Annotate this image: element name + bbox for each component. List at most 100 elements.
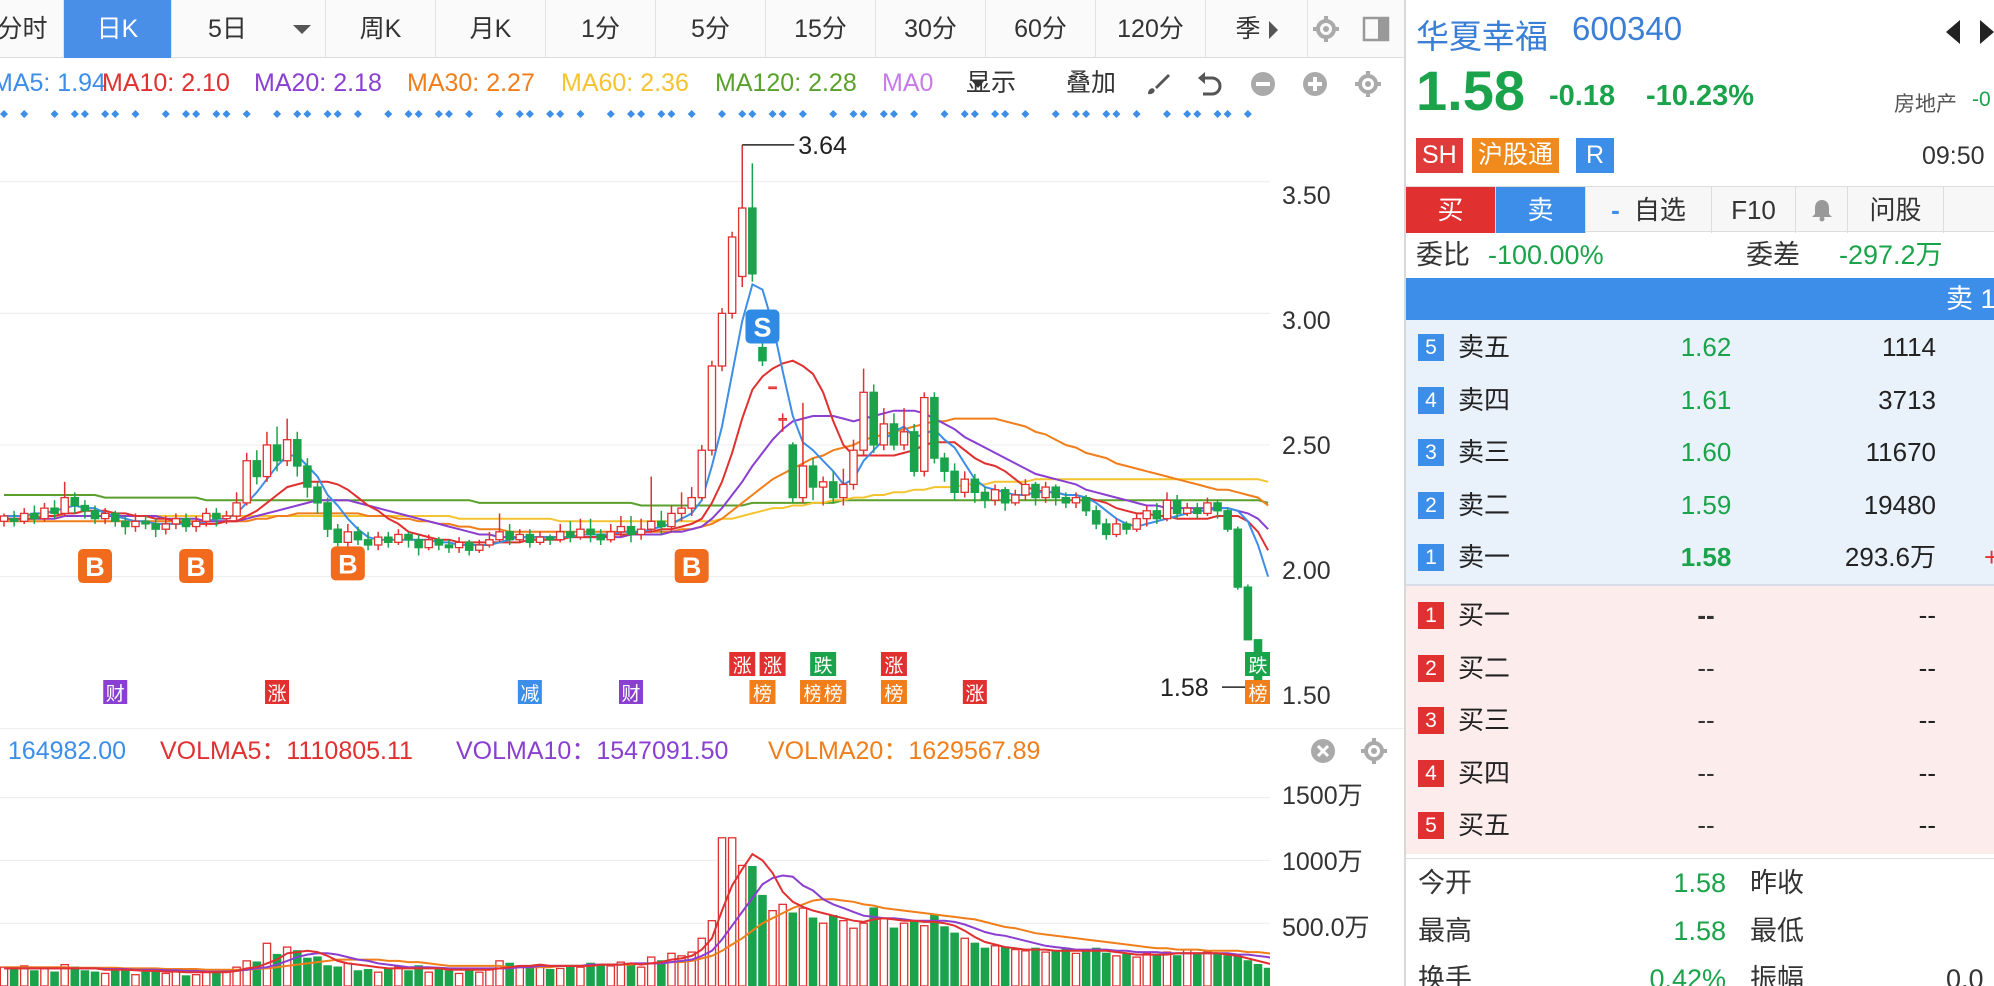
buy-volume: -- xyxy=(1918,757,1936,788)
candle-body xyxy=(1193,507,1202,515)
zoom-in-icon[interactable] xyxy=(1301,70,1329,98)
candle-body xyxy=(242,460,252,504)
sell-row[interactable]: 3 卖三 1.60 11670 xyxy=(1406,426,1994,479)
candle-body xyxy=(70,496,80,507)
signal-diamond xyxy=(1051,110,1060,118)
sell-row[interactable]: 5 卖五 1.62 1114 xyxy=(1406,321,1994,374)
overlay-button[interactable]: 叠加 xyxy=(1066,58,1116,108)
sell-row[interactable]: 2 卖二 1.59 19480 xyxy=(1406,479,1994,532)
buy-row[interactable]: 5 买五 -- -- xyxy=(1406,799,1994,852)
buy-volume: -- xyxy=(1918,652,1936,683)
volume-bar xyxy=(1233,956,1243,986)
volume-bar xyxy=(1051,950,1061,986)
sector-label[interactable]: 房地产 xyxy=(1894,88,1957,118)
signal-diamond xyxy=(1132,110,1141,118)
close-icon[interactable] xyxy=(1309,737,1337,765)
volume-bar xyxy=(616,961,626,986)
sell-row[interactable]: 1 卖一 1.58 293.6万 + xyxy=(1406,531,1994,584)
level-number: 3 xyxy=(1418,439,1444,466)
kline-chart[interactable]: 3.641.58BBBBS财涨减财涨跌涨涨跌涨跌榜榜榜榜榜 xyxy=(0,108,1270,724)
candle-body xyxy=(1000,489,1010,504)
alert-button[interactable] xyxy=(1796,187,1848,233)
chart-settings-icon[interactable] xyxy=(1354,70,1382,98)
volume-chart[interactable] xyxy=(0,772,1270,986)
volume-bar xyxy=(737,864,747,986)
signal-diamond xyxy=(1243,110,1252,118)
signal-diamond xyxy=(20,110,29,118)
volume-bar xyxy=(1041,951,1050,986)
candle-body xyxy=(495,531,504,541)
candle-body xyxy=(303,465,312,488)
price-tick: 1.50 xyxy=(1282,682,1331,710)
buy-row[interactable]: 1 买一 -- -- xyxy=(1406,589,1994,642)
candle-body xyxy=(1091,510,1101,525)
candle-body xyxy=(282,439,292,462)
volume-tick: 1000万 xyxy=(1282,848,1363,876)
signal-diamond xyxy=(515,110,524,118)
signal-diamond xyxy=(829,110,838,118)
tab-15min[interactable]: 15分 xyxy=(766,0,876,58)
candle-body xyxy=(818,481,828,488)
tab-60min[interactable]: 60分 xyxy=(986,0,1096,58)
connect-badge[interactable]: 沪股通 xyxy=(1472,138,1560,173)
tab-weekly-k[interactable]: 周K xyxy=(326,0,436,58)
volume-bar xyxy=(788,912,798,986)
next-stock-icon[interactable] xyxy=(1980,20,1994,44)
buy-button[interactable]: 买 xyxy=(1406,187,1496,233)
prev-stock-icon[interactable] xyxy=(1946,20,1960,44)
buy-row[interactable]: 2 买二 -- -- xyxy=(1406,642,1994,695)
buy-row[interactable]: 3 买三 -- -- xyxy=(1406,694,1994,747)
tab-monthly-k[interactable]: 月K xyxy=(436,0,546,58)
volume-bar xyxy=(606,965,616,986)
signal-diamond xyxy=(778,110,787,118)
tab-5min[interactable]: 5分 xyxy=(656,0,766,58)
zoom-out-icon[interactable] xyxy=(1249,70,1277,98)
tab-1min[interactable]: 1分 xyxy=(546,0,656,58)
display-dropdown[interactable]: 显示 xyxy=(966,58,1016,108)
tab-120min[interactable]: 120分 xyxy=(1096,0,1206,58)
signal-diamond xyxy=(1162,110,1171,118)
candle-body xyxy=(1102,523,1111,536)
signal-diamond xyxy=(353,110,362,118)
signal-diamond xyxy=(384,110,393,118)
undo-icon[interactable] xyxy=(1194,70,1224,98)
buy-level-label: 买一 xyxy=(1458,600,1511,630)
margin-badge[interactable]: R xyxy=(1576,138,1615,173)
candle-body xyxy=(100,512,110,520)
candle-body xyxy=(19,512,29,522)
weibi-value: -100.00% xyxy=(1488,240,1604,270)
candle-body xyxy=(80,504,90,512)
tab-5day[interactable]: 5日 xyxy=(172,0,326,58)
signal-diamond xyxy=(182,110,191,118)
stock-name[interactable]: 华夏幸福 xyxy=(1416,10,1548,58)
candle-body xyxy=(404,533,413,541)
signal-diamond xyxy=(80,110,89,118)
tab-quarter[interactable]: 季 xyxy=(1206,0,1308,58)
buy-row[interactable]: 4 买四 -- -- xyxy=(1406,747,1994,800)
tab-daily-k[interactable]: 日K xyxy=(64,0,172,58)
candle-body xyxy=(201,512,211,522)
brush-icon[interactable] xyxy=(1144,70,1172,98)
candle-body xyxy=(576,528,585,538)
tab-30min[interactable]: 30分 xyxy=(876,0,986,58)
candle-body xyxy=(1213,502,1222,512)
candle-body xyxy=(657,520,666,528)
panel-toggle-icon[interactable] xyxy=(1362,16,1390,42)
tab-intraday[interactable]: 分时 xyxy=(0,0,64,58)
ask-stock-button[interactable]: 问股 xyxy=(1848,187,1944,233)
volume-settings-icon[interactable] xyxy=(1360,737,1388,765)
f10-button[interactable]: F10 xyxy=(1712,187,1796,233)
signal-diamond xyxy=(495,110,504,118)
candle-body xyxy=(90,510,100,520)
volume-bar xyxy=(485,969,494,986)
gear-icon[interactable] xyxy=(1312,15,1340,43)
sell-row[interactable]: 4 卖四 1.61 3713 xyxy=(1406,374,1994,427)
chevron-right-icon xyxy=(1268,21,1278,40)
candle-body xyxy=(970,478,980,493)
buy-order-book: 1 买一 -- -- 2 买二 -- -- 3 买三 -- -- 4 买四 -- -- 5 买五 -- -- xyxy=(1406,584,1994,854)
add-watchlist-button[interactable]: - 自选 xyxy=(1586,187,1712,233)
sell-button[interactable]: 卖 xyxy=(1496,187,1586,233)
sell-header-label: 卖 1 xyxy=(1946,284,1994,314)
signal-diamond xyxy=(627,110,635,118)
event-tag-label: 涨 xyxy=(733,655,752,677)
